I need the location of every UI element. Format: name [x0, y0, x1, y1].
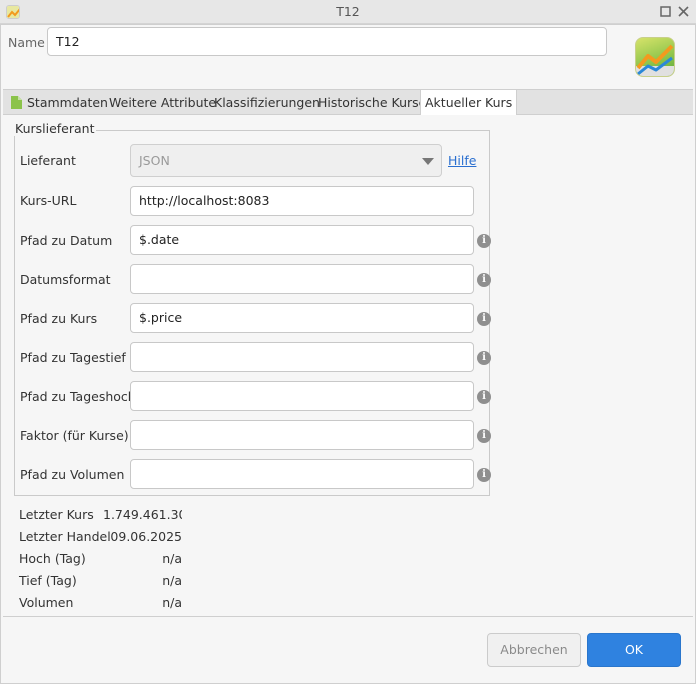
ok-button[interactable]: OK [587, 633, 681, 667]
tab-weitere-attribute[interactable]: Weitere Attribute [105, 90, 220, 115]
pfad-datum-label: Pfad zu Datum [20, 233, 113, 248]
info-icon[interactable]: i [477, 312, 491, 326]
document-icon [11, 92, 22, 109]
tab-label: Historische Kurse [318, 95, 427, 110]
hoch-tag-value: n/a [162, 551, 182, 566]
info-icon[interactable]: i [477, 351, 491, 365]
kurs-url-label: Kurs-URL [20, 193, 77, 208]
datumsformat-input[interactable] [130, 264, 474, 294]
info-icon[interactable]: i [477, 273, 491, 287]
window-title: T12 [336, 4, 360, 19]
name-label: Name [8, 35, 45, 50]
volumen-value: n/a [162, 595, 182, 610]
tief-tag-value: n/a [162, 573, 182, 588]
info-icon[interactable]: i [477, 234, 491, 248]
hilfe-link[interactable]: Hilfe [448, 153, 476, 168]
chevron-down-icon [422, 158, 434, 165]
lieferant-select[interactable]: JSON [130, 144, 442, 177]
info-icon[interactable]: i [477, 390, 491, 404]
lieferant-label: Lieferant [20, 153, 76, 168]
faktor-input[interactable] [130, 420, 474, 450]
security-logo-icon [635, 37, 675, 77]
pfad-volumen-label: Pfad zu Volumen [20, 467, 125, 482]
name-input[interactable]: T12 [47, 27, 607, 56]
pfad-kurs-label: Pfad zu Kurs [20, 311, 98, 326]
pfad-tageshoch-input[interactable] [130, 381, 474, 411]
info-icon[interactable]: i [477, 429, 491, 443]
maximize-icon[interactable] [657, 3, 674, 20]
tab-label: Aktueller Kurs [425, 95, 513, 110]
tab-stammdaten[interactable]: Stammdaten [7, 90, 112, 115]
tab-bar: Stammdaten Weitere Attribute Klassifizie… [3, 89, 693, 116]
datumsformat-label: Datumsformat [20, 272, 111, 287]
tab-label: Klassifizierungen [214, 95, 320, 110]
pfad-tagestief-input[interactable] [130, 342, 474, 372]
pfad-tagestief-label: Pfad zu Tagestief [20, 350, 126, 365]
security-dialog: Name T12 Stammdaten Weitere Attribute Kl… [0, 24, 696, 684]
tab-content-aktueller-kurs: Kurslieferant Lieferant JSON Hilfe Kurs-… [3, 115, 693, 617]
pfad-tageshoch-label: Pfad zu Tageshoch [20, 389, 136, 404]
group-title: Kurslieferant [14, 121, 96, 136]
lieferant-selected-value: JSON [139, 153, 170, 168]
letzter-kurs-value: 1.749.461.307 [103, 507, 182, 522]
letzter-kurs-label: Letzter Kurs [19, 507, 94, 522]
pfad-kurs-input[interactable]: $.price [130, 303, 474, 333]
faktor-label: Faktor (für Kurse) [20, 428, 129, 443]
close-icon[interactable] [675, 3, 692, 20]
tab-label: Stammdaten [27, 95, 108, 110]
letzter-handel-value: 09.06.2025 [110, 529, 182, 544]
tab-klassifizierungen[interactable]: Klassifizierungen [210, 90, 324, 115]
tab-label: Weitere Attribute [109, 95, 217, 110]
volumen-label: Volumen [19, 595, 74, 610]
info-icon[interactable]: i [477, 468, 491, 482]
letzter-handel-label: Letzter Handel [19, 529, 111, 544]
pfad-datum-input[interactable]: $.date [130, 225, 474, 255]
hoch-tag-label: Hoch (Tag) [19, 551, 86, 566]
tief-tag-label: Tief (Tag) [19, 573, 77, 588]
title-bar: T12 [0, 0, 696, 24]
cancel-button[interactable]: Abbrechen [487, 633, 581, 667]
kurs-url-input[interactable]: http://localhost:8083 [130, 186, 474, 216]
pfad-volumen-input[interactable] [130, 459, 474, 489]
tab-historische-kurse[interactable]: Historische Kurse [314, 90, 430, 115]
tab-aktueller-kurs[interactable]: Aktueller Kurs [420, 90, 518, 116]
